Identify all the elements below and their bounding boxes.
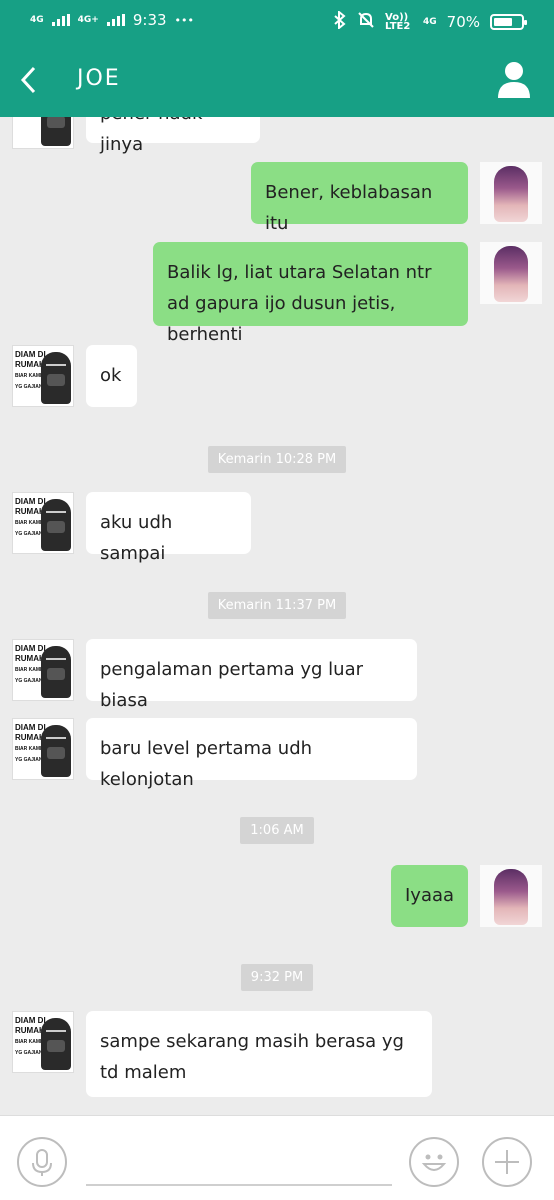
network-label-2: 4G+ — [77, 14, 99, 25]
timestamp-label: Kemarin 10:28 PM — [207, 446, 347, 473]
back-button[interactable] — [14, 62, 44, 98]
joe-avatar[interactable]: DIAM DI RUMAH !! BIAR KAMI AJA YG GAJIAN — [12, 492, 74, 554]
avatar-text: YG GAJIAN — [15, 1050, 43, 1056]
battery-percent: 70% — [446, 13, 480, 31]
outgoing-bubble[interactable]: Bener, keblabasan itu — [251, 162, 468, 234]
incoming-bubble[interactable]: baru level pertama udh kelonjotan — [86, 718, 417, 790]
signal-icon-2 — [106, 14, 125, 26]
user-icon — [498, 62, 530, 98]
message-input[interactable] — [86, 1136, 392, 1186]
timestamp: Kemarin 10:28 PM — [0, 446, 554, 473]
add-button[interactable] — [482, 1137, 532, 1187]
smiley-icon — [421, 1154, 447, 1171]
joe-avatar[interactable]: DIAM DI RUMAH !! BIAR KAMI AJA YG GAJIAN — [12, 639, 74, 701]
my-avatar[interactable] — [480, 162, 542, 224]
avatar-text: YG GAJIAN — [15, 678, 43, 684]
avatar-text: YG GAJIAN — [15, 531, 43, 537]
avatar-text: DIAM DI — [15, 644, 46, 653]
timestamp: 1:06 AM — [0, 817, 554, 844]
avatar-text: DIAM DI — [15, 723, 46, 732]
network-label-3: 4G — [423, 16, 437, 27]
joe-avatar[interactable] — [12, 117, 74, 149]
clock: 9:33 — [132, 11, 167, 29]
incoming-bubble[interactable]: ok — [86, 345, 137, 407]
signal-icon — [51, 14, 70, 26]
mute-bell-icon — [357, 11, 375, 33]
message-list[interactable]: pener nadk jinya Bener, keblabasan itu B… — [0, 117, 554, 1115]
compose-bar — [0, 1115, 554, 1200]
avatar-text: YG GAJIAN — [15, 384, 43, 390]
status-bar: 4G 4G+ 9:33 ••• Vo)) LTE2 4G 70% — [0, 0, 554, 42]
plus-icon — [495, 1150, 519, 1174]
incoming-bubble[interactable]: aku udh sampai — [86, 492, 251, 564]
nav-bar: JOE — [0, 42, 554, 117]
battery-icon — [490, 14, 527, 30]
app-header: 4G 4G+ 9:33 ••• Vo)) LTE2 4G 70% JOE — [0, 0, 554, 117]
timestamp: Kemarin 11:37 PM — [0, 592, 554, 619]
volte-label: Vo)) LTE2 — [385, 12, 411, 32]
voice-button[interactable] — [17, 1137, 67, 1187]
timestamp: 9:32 PM — [0, 964, 554, 991]
avatar-text: DIAM DI — [15, 497, 46, 506]
network-label-1: 4G — [30, 14, 44, 25]
incoming-bubble[interactable]: pengalaman pertama yg luar biasa — [86, 639, 417, 711]
emoji-button[interactable] — [409, 1137, 459, 1187]
notification-dots: ••• — [174, 13, 195, 27]
timestamp-label: Kemarin 11:37 PM — [207, 592, 347, 619]
avatar-text: DIAM DI — [15, 350, 46, 359]
chat-title: JOE — [77, 66, 121, 91]
status-left: 4G 4G+ 9:33 ••• — [30, 11, 194, 29]
incoming-bubble[interactable]: pener nadk jinya — [86, 117, 260, 155]
status-right: Vo)) LTE2 4G 70% — [333, 9, 527, 33]
incoming-bubble[interactable]: sampe sekarang masih berasa yg td malem — [86, 1011, 432, 1097]
joe-avatar[interactable]: DIAM DI RUMAH !! BIAR KAMI AJA YG GAJIAN — [12, 1011, 74, 1073]
my-avatar[interactable] — [480, 865, 542, 927]
my-avatar[interactable] — [480, 242, 542, 304]
timestamp-label: 1:06 AM — [240, 817, 314, 844]
outgoing-bubble[interactable]: Iyaaa — [391, 865, 468, 927]
avatar-text: DIAM DI — [15, 1016, 46, 1025]
joe-avatar[interactable]: DIAM DI RUMAH !! BIAR KAMI AJA YG GAJIAN — [12, 345, 74, 407]
avatar-text: YG GAJIAN — [15, 757, 43, 763]
chevron-left-icon — [20, 66, 36, 94]
battery-level — [494, 18, 513, 26]
joe-avatar[interactable]: DIAM DI RUMAH !! BIAR KAMI AJA YG GAJIAN — [12, 718, 74, 780]
profile-button[interactable] — [496, 60, 532, 100]
microphone-icon — [32, 1149, 52, 1176]
bluetooth-icon — [333, 9, 347, 33]
outgoing-bubble[interactable]: Balik lg, liat utara Selatan ntr ad gapu… — [153, 242, 468, 345]
timestamp-label: 9:32 PM — [240, 964, 314, 991]
